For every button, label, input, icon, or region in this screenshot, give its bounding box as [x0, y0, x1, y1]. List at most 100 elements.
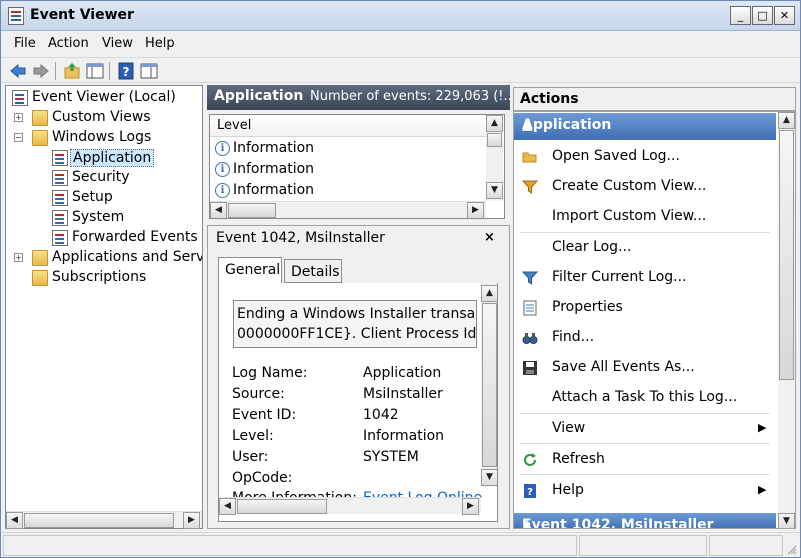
- events-horizontal-scrollbar[interactable]: ◀ ▶: [210, 201, 486, 218]
- event-row[interactable]: i Information: [215, 181, 485, 202]
- up-folder-icon[interactable]: [62, 61, 82, 81]
- scroll-thumb[interactable]: [237, 499, 327, 514]
- action-label: Clear Log...: [552, 239, 632, 255]
- collapse-arrow-icon[interactable]: ▲: [522, 517, 533, 528]
- scroll-up-icon[interactable]: ▲: [486, 115, 503, 132]
- action-find[interactable]: Find...: [514, 324, 776, 352]
- menu-action[interactable]: Action: [48, 36, 89, 51]
- back-arrow-icon[interactable]: [8, 61, 28, 81]
- status-cell: [709, 535, 783, 556]
- events-vertical-scrollbar[interactable]: ▲ ▼: [486, 115, 503, 201]
- window-title: Event Viewer: [30, 7, 134, 23]
- action-properties[interactable]: Properties: [514, 294, 776, 322]
- event-level: Information: [233, 182, 315, 198]
- forward-arrow-icon[interactable]: [31, 61, 51, 81]
- tree-item-setup[interactable]: Setup: [10, 188, 200, 208]
- collapse-arrow-icon[interactable]: ▲: [522, 117, 533, 133]
- scroll-thumb[interactable]: [24, 513, 174, 528]
- collapse-icon[interactable]: −: [14, 133, 23, 142]
- scroll-thumb[interactable]: [482, 303, 497, 467]
- resize-grip-icon[interactable]: [787, 545, 797, 555]
- detail-vertical-scrollbar[interactable]: ▲ ▼: [481, 283, 497, 487]
- menu-view[interactable]: View: [102, 36, 133, 51]
- action-create-custom-view[interactable]: Create Custom View...: [514, 173, 776, 201]
- action-clear-log[interactable]: Clear Log...: [514, 234, 776, 262]
- minimize-button[interactable]: _: [730, 6, 751, 25]
- event-viewer-icon: [12, 90, 28, 106]
- maximize-button[interactable]: □: [752, 6, 773, 25]
- help-icon[interactable]: ?: [116, 61, 136, 81]
- event-row[interactable]: i Information: [215, 160, 485, 181]
- action-open-saved-log[interactable]: Open Saved Log...: [514, 143, 776, 171]
- tree-item-subscriptions[interactable]: Subscriptions: [10, 268, 200, 288]
- scroll-thumb[interactable]: [228, 203, 276, 218]
- action-help-submenu[interactable]: ? Help ▶: [514, 477, 776, 505]
- close-detail-icon[interactable]: ×: [484, 230, 495, 245]
- tree-item-system[interactable]: System: [10, 208, 200, 228]
- close-button[interactable]: ✕: [774, 6, 795, 25]
- event-level: Information: [233, 161, 315, 177]
- column-header-level[interactable]: Level: [210, 115, 486, 137]
- refresh-icon: [524, 453, 536, 466]
- scroll-down-icon[interactable]: ▼: [778, 513, 795, 528]
- tree-item-root[interactable]: Event Viewer (Local): [10, 88, 200, 108]
- scroll-right-icon[interactable]: ▶: [183, 512, 200, 529]
- action-label: Create Custom View...: [552, 178, 707, 194]
- status-bar: [1, 532, 800, 557]
- scroll-left-icon[interactable]: ◀: [210, 202, 227, 218]
- tree-item-applications-and-services[interactable]: + Applications and Services: [10, 248, 202, 268]
- show-hide-action-pane-icon[interactable]: [139, 61, 159, 81]
- tab-general[interactable]: General: [218, 257, 282, 283]
- scroll-thumb[interactable]: [487, 133, 502, 147]
- detail-horizontal-scrollbar[interactable]: ◀ ▶: [219, 497, 481, 515]
- event-description[interactable]: Ending a Windows Installer transacti 000…: [233, 300, 477, 348]
- description-line: 0000000FF1CE}. Client Process Id: 84: [237, 326, 477, 342]
- information-icon: i: [215, 141, 230, 156]
- separator: [520, 232, 770, 233]
- scroll-up-icon[interactable]: ▲: [778, 112, 795, 129]
- scroll-right-icon[interactable]: ▶: [462, 498, 479, 515]
- scroll-down-icon[interactable]: ▼: [486, 182, 503, 199]
- tree-item-security[interactable]: Security: [10, 168, 200, 188]
- actions-section-event[interactable]: Event 1042, MsiInstaller ▲: [514, 513, 776, 528]
- opcode-label: OpCode:: [232, 470, 293, 486]
- event-detail-title: Event 1042, MsiInstaller: [216, 230, 385, 246]
- action-filter-current-log[interactable]: Filter Current Log...: [514, 264, 776, 292]
- action-label: Import Custom View...: [552, 208, 707, 224]
- svg-text:?: ?: [123, 65, 130, 79]
- actions-vertical-scrollbar[interactable]: ▲ ▼: [778, 112, 795, 528]
- title-bar[interactable]: Event Viewer _ □ ✕: [1, 1, 800, 31]
- scroll-left-icon[interactable]: ◀: [219, 498, 236, 515]
- event-row[interactable]: i Information: [215, 139, 485, 160]
- scroll-left-icon[interactable]: ◀: [6, 512, 23, 529]
- action-view-submenu[interactable]: View ▶: [514, 415, 776, 443]
- expand-icon[interactable]: +: [14, 113, 23, 122]
- action-attach-task[interactable]: Attach a Task To this Log...: [514, 384, 776, 412]
- tab-details[interactable]: Details: [284, 259, 342, 283]
- log-icon: [52, 150, 68, 166]
- tree-item-forwarded-events[interactable]: Forwarded Events: [10, 228, 200, 248]
- tree-item-custom-views[interactable]: + Custom Views: [10, 108, 200, 128]
- action-label: Refresh: [552, 451, 605, 467]
- menu-file[interactable]: File: [14, 36, 36, 51]
- event-viewer-app-icon: [8, 7, 24, 25]
- actions-section-application[interactable]: Application ▲: [514, 113, 776, 140]
- scroll-right-icon[interactable]: ▶: [467, 202, 484, 218]
- filter-icon: [522, 271, 538, 285]
- tree-horizontal-scrollbar[interactable]: ◀ ▶: [6, 511, 202, 529]
- action-import-custom-view[interactable]: Import Custom View...: [514, 203, 776, 231]
- scroll-down-icon[interactable]: ▼: [481, 469, 497, 486]
- action-refresh[interactable]: Refresh: [514, 446, 776, 474]
- scroll-up-icon[interactable]: ▲: [481, 285, 497, 302]
- binoculars-icon: [522, 333, 538, 344]
- action-label: Save All Events As...: [552, 359, 695, 375]
- tree-label: Windows Logs: [52, 129, 152, 145]
- show-hide-console-tree-icon[interactable]: [85, 61, 105, 81]
- scroll-thumb[interactable]: [779, 130, 794, 380]
- user-value: SYSTEM: [363, 449, 419, 465]
- expand-icon[interactable]: +: [14, 253, 23, 262]
- menu-help[interactable]: Help: [145, 36, 175, 51]
- action-save-all-events-as[interactable]: Save All Events As...: [514, 354, 776, 382]
- tree-item-application[interactable]: Application: [10, 148, 200, 168]
- tree-item-windows-logs[interactable]: − Windows Logs: [10, 128, 200, 148]
